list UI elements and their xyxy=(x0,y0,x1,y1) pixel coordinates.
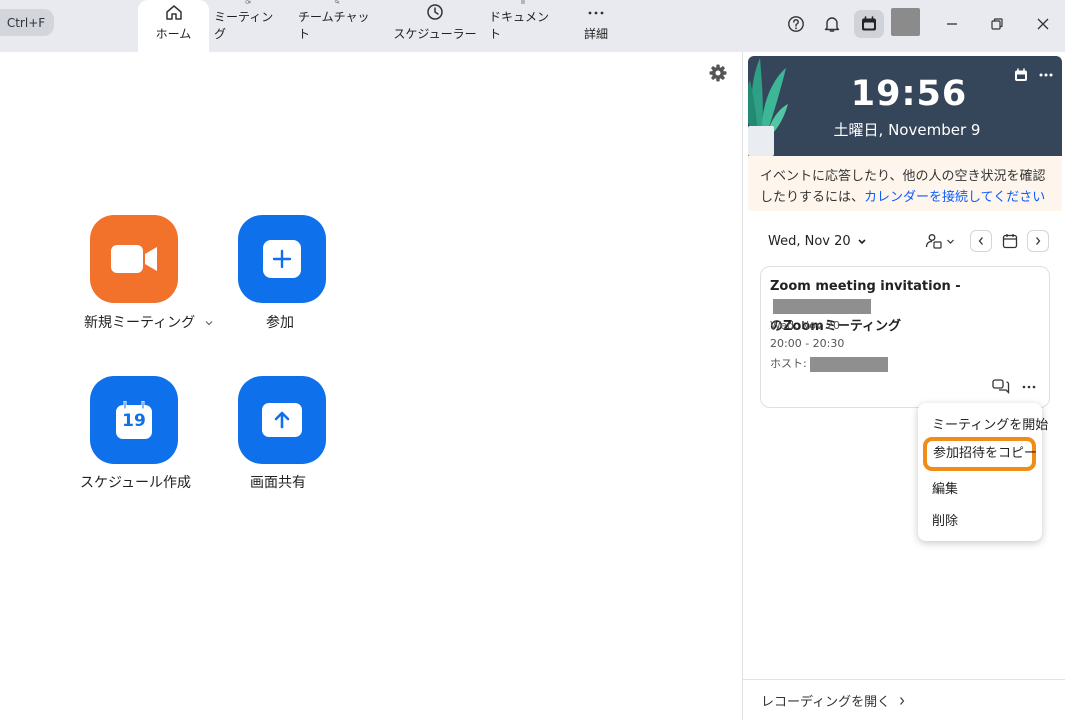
connect-calendar-link[interactable]: カレンダーを接続してください xyxy=(864,190,1045,205)
open-recordings-text: レコーディングを開く xyxy=(761,695,891,710)
share-screen-label: 画面共有 xyxy=(250,475,306,491)
document-icon xyxy=(521,0,525,4)
meeting-time: 20:00 - 20:30 xyxy=(770,337,845,350)
bottom-divider xyxy=(743,679,1065,680)
chevron-right-icon xyxy=(900,696,905,705)
chat-icon[interactable] xyxy=(992,378,1010,394)
selected-date: Wed, Nov 20 xyxy=(768,234,851,249)
meeting-title-text: Zoom meeting invitation - xyxy=(770,279,961,294)
join-label: 参加 xyxy=(266,315,294,331)
top-bar: Ctrl+F ホーム ミーティング チームチャット スケジューラー ドキュメント… xyxy=(0,0,1065,52)
redacted-host xyxy=(810,356,889,372)
tab-scheduler-label: スケジューラー xyxy=(393,27,477,41)
tab-team-chat-label: チームチャット xyxy=(298,10,370,41)
plus-icon xyxy=(263,240,301,278)
previous-day-button[interactable] xyxy=(970,230,992,252)
chevron-down-icon xyxy=(947,239,954,244)
calendar-add-icon[interactable] xyxy=(1014,68,1028,82)
calendar-connect-notice: イベントに応答したり、他の人の空き状況を確認したりするには、カレンダーを接続して… xyxy=(748,156,1062,211)
calendar-picker-button[interactable] xyxy=(999,230,1021,252)
minimize-button[interactable] xyxy=(937,10,967,38)
tab-meetings[interactable]: ミーティング xyxy=(214,0,282,52)
chevron-down-icon[interactable] xyxy=(204,319,214,327)
calendar-panel-button[interactable] xyxy=(854,10,884,38)
bell-icon xyxy=(824,17,840,32)
restore-button[interactable] xyxy=(982,10,1012,38)
avatar[interactable] xyxy=(891,8,920,36)
minimize-icon xyxy=(947,23,957,25)
new-meeting-text: 新規ミーティング xyxy=(84,315,196,331)
next-day-button[interactable] xyxy=(1027,230,1049,252)
chat-bubbles-icon xyxy=(334,0,340,4)
meeting-card[interactable]: Zoom meeting invitation - のZoomミーティング We… xyxy=(760,266,1050,408)
video-camera-icon xyxy=(245,0,251,4)
video-camera-icon xyxy=(111,245,157,273)
chevron-down-icon xyxy=(858,238,866,244)
settings-button[interactable] xyxy=(708,63,728,83)
schedule-button[interactable]: 19 xyxy=(90,376,178,464)
chevron-left-icon xyxy=(978,237,983,245)
more-dots-icon xyxy=(588,11,604,15)
schedule-label: スケジュール作成 xyxy=(80,475,192,491)
tab-home[interactable]: ホーム xyxy=(138,0,209,52)
calendar-icon xyxy=(1002,234,1018,249)
new-meeting-button[interactable] xyxy=(90,215,178,303)
menu-copy-invitation[interactable]: 参加招待をコピー xyxy=(923,437,1037,471)
host-filter-button[interactable] xyxy=(925,233,955,249)
clock-icon xyxy=(427,4,443,20)
panel-divider xyxy=(742,52,743,720)
help-button[interactable] xyxy=(781,10,811,38)
share-arrow-icon xyxy=(262,403,302,437)
menu-edit[interactable]: 編集 xyxy=(932,478,958,497)
date-selector[interactable]: Wed, Nov 20 xyxy=(768,234,867,249)
close-icon xyxy=(1037,18,1049,30)
clock-card: 19:56 土曜日, November 9 xyxy=(748,56,1062,156)
meeting-host: ホスト: xyxy=(770,355,889,372)
tab-scheduler[interactable]: スケジューラー xyxy=(392,0,478,52)
gear-icon xyxy=(709,64,727,82)
tab-home-label: ホーム xyxy=(155,27,192,41)
clock-date: 土曜日, November 9 xyxy=(833,121,981,139)
home-icon xyxy=(165,5,182,20)
tab-more[interactable]: 詳細 xyxy=(572,0,620,52)
chevron-right-icon xyxy=(1036,237,1041,245)
calendar-day-number: 19 xyxy=(122,411,146,431)
calendar-icon xyxy=(862,16,876,31)
menu-start-meeting[interactable]: ミーティングを開始 xyxy=(932,414,1048,433)
redacted-host-name xyxy=(773,299,871,314)
tab-meetings-label: ミーティング xyxy=(214,10,274,41)
person-calendar-icon xyxy=(925,234,942,249)
meeting-context-menu: ミーティングを開始 参加招待をコピー 編集 削除 xyxy=(918,403,1048,541)
close-button[interactable] xyxy=(1028,10,1058,38)
notifications-button[interactable] xyxy=(817,10,847,38)
meeting-date: Wed, Nov 20 xyxy=(770,319,840,332)
tab-documents-label: ドキュメント xyxy=(489,10,550,41)
join-button[interactable] xyxy=(238,215,326,303)
new-meeting-label[interactable]: 新規ミーティング xyxy=(84,312,214,332)
tab-more-label: 詳細 xyxy=(583,27,608,41)
tab-documents[interactable]: ドキュメント xyxy=(489,0,557,52)
open-recordings-link[interactable]: レコーディングを開く xyxy=(761,691,906,710)
more-dots-icon[interactable] xyxy=(1038,68,1054,82)
share-screen-button[interactable] xyxy=(238,376,326,464)
more-dots-icon[interactable] xyxy=(1021,382,1037,392)
menu-delete[interactable]: 削除 xyxy=(932,510,958,529)
zoom-app-window: Ctrl+F ホーム ミーティング チームチャット スケジューラー ドキュメント… xyxy=(0,0,1065,720)
restore-icon xyxy=(991,18,1003,30)
search-shortcut-button[interactable]: Ctrl+F xyxy=(0,9,54,36)
help-icon xyxy=(788,16,804,32)
meeting-host-label: ホスト: xyxy=(770,357,807,370)
tab-team-chat[interactable]: チームチャット xyxy=(298,0,376,52)
